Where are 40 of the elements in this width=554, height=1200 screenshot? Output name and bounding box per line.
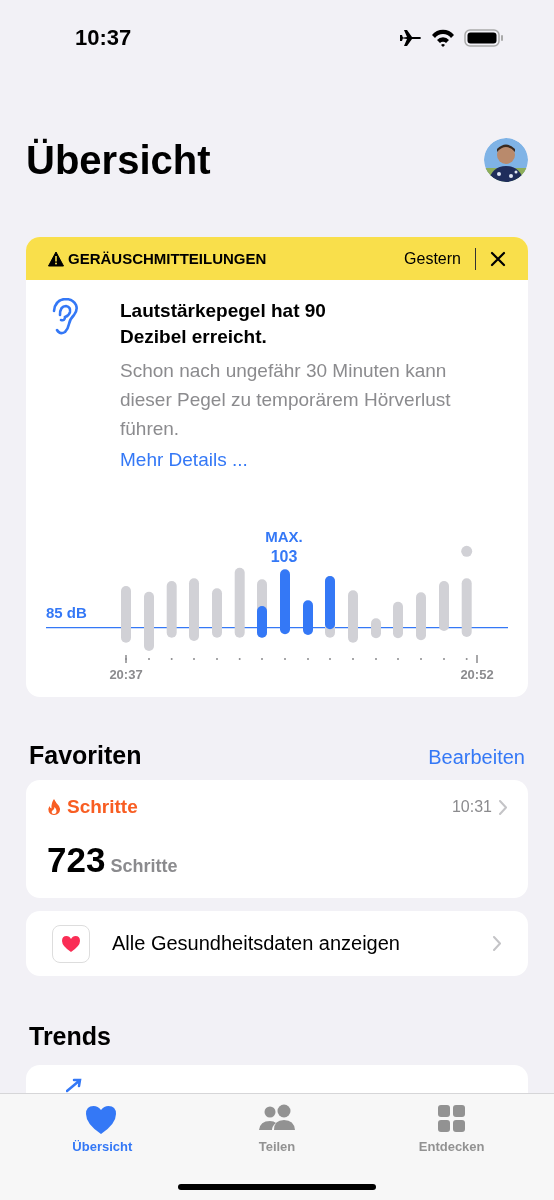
alert-title: Lautstärkepegel hat 90 Dezibel erreicht. — [120, 299, 327, 349]
tab-item[interactable]: Teilen — [217, 1094, 337, 1200]
tab-item[interactable]: Entdecken — [391, 1094, 512, 1200]
threshold-label: 85 dB — [46, 604, 87, 621]
battery-icon — [464, 28, 504, 47]
metric-value: 723 — [47, 840, 106, 880]
details-link[interactable]: Mehr Details ... — [120, 449, 248, 471]
page-title: Übersicht — [26, 137, 211, 183]
alert-message: Schon nach ungefähr 30 Minuten kann dieser Pegel zu temporärem Hörverlust führen. — [120, 359, 452, 441]
close-icon — [490, 250, 506, 267]
tab-label: Entdecken — [418, 1139, 485, 1154]
section-title: Favoriten — [29, 741, 142, 770]
close-button[interactable] — [490, 250, 506, 267]
status-time: 10:37 — [75, 24, 132, 51]
alert-category: GERÄUSCHMITTEILUNGEN — [68, 250, 268, 267]
trend-arrow-icon — [66, 1077, 82, 1093]
ear-icon — [50, 298, 80, 336]
flame-icon — [47, 798, 61, 816]
edit-link[interactable]: Bearbeiten — [428, 746, 525, 769]
row-label: Alle Gesundheitsdaten anzeigen — [112, 932, 401, 955]
max-label: MAX. — [265, 528, 303, 545]
tab-item[interactable]: Übersicht — [42, 1094, 163, 1200]
airplane-icon — [398, 27, 422, 48]
tab-label: Übersicht — [72, 1139, 133, 1154]
chevron-icon — [492, 936, 502, 951]
steps-card[interactable]: Schritte 10:31 723 Schritte — [26, 780, 528, 898]
max-value: 103 — [270, 548, 298, 565]
section-title: Trends — [29, 1022, 111, 1051]
alert-time: Gestern — [404, 249, 461, 268]
axis-label: 20:52 — [460, 667, 494, 682]
chevron-icon — [498, 799, 508, 815]
health-data-row[interactable]: Alle Gesundheitsdaten anzeigen — [26, 911, 528, 976]
metric-name: Schritte — [67, 796, 139, 818]
axis-label: 20:37 — [109, 667, 143, 682]
tab-label: Teilen — [258, 1139, 296, 1154]
warning-icon — [48, 250, 64, 267]
metric-unit: Schritte — [110, 856, 178, 877]
wifi-icon — [430, 27, 456, 48]
heart-icon — [61, 934, 81, 953]
metric-time: 10:31 — [451, 798, 492, 816]
